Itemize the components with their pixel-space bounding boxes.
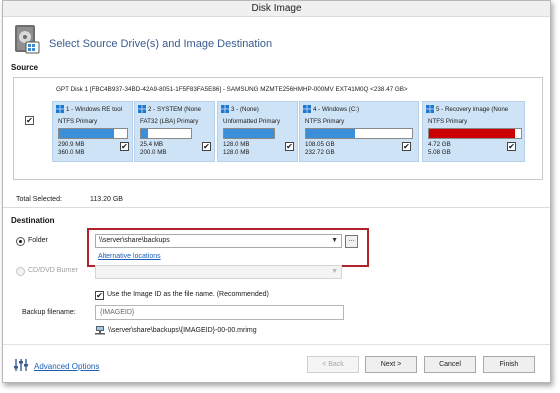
partition-3-checkbox[interactable]: ✔	[285, 142, 294, 151]
cd-dvd-label: CD/DVD Burner	[28, 267, 78, 274]
partition-3[interactable]: 3 - (None) Unformatted Primary 128.0 MB …	[217, 101, 298, 162]
partition-1-fs: NTFS Primary	[58, 118, 98, 125]
partition-5[interactable]: 5 - Recovery image (None NTFS Primary 4.…	[422, 101, 525, 162]
cd-dvd-radio[interactable]	[16, 267, 25, 276]
disk-panel: ✔ GPT Disk 1 [FBC4B937-34BD-42A9-8051-1F…	[13, 77, 543, 180]
partition-3-total: 128.0 MB	[223, 149, 250, 156]
total-selected-label: Total Selected:	[16, 196, 62, 203]
folder-radio[interactable]	[16, 237, 25, 246]
partition-2-total: 200.0 MB	[140, 149, 167, 156]
disk-image-icon	[15, 25, 40, 54]
backup-path-preview: \\server\share\backups\{IMAGEID}-00-00.m…	[108, 327, 257, 334]
destination-label: Destination	[11, 216, 55, 225]
page-title: Select Source Drive(s) and Image Destina…	[49, 38, 273, 50]
next-button[interactable]: Next >	[365, 356, 417, 373]
windows-icon	[426, 105, 434, 114]
windows-icon	[56, 105, 64, 114]
disk-image-window: Disk Image Select Source Drive(s) and Im…	[2, 0, 551, 383]
partition-3-name: 3 - (None)	[221, 105, 297, 115]
disk-checkbox[interactable]: ✔	[25, 116, 34, 125]
partition-1-total: 360.0 MB	[58, 149, 85, 156]
source-label: Source	[11, 63, 39, 72]
partition-2-fs: FAT32 (LBA) Primary	[140, 118, 199, 125]
alternative-locations-link[interactable]: Alternative locations	[98, 253, 161, 260]
partition-5-used: 4.72 GB	[428, 141, 451, 148]
section-divider	[3, 207, 550, 208]
partition-5-checkbox[interactable]: ✔	[507, 142, 516, 151]
partition-3-usage-bar	[223, 128, 275, 139]
partition-5-name: 5 - Recovery image (None	[426, 105, 524, 115]
windows-icon	[303, 105, 311, 114]
partition-4-fs: NTFS Primary	[305, 118, 345, 125]
partition-4-used: 108.05 GB	[305, 141, 335, 148]
cancel-button[interactable]: Cancel	[424, 356, 476, 373]
backup-filename-label: Backup filename:	[22, 309, 76, 316]
folder-path-combo[interactable]: \\server\share\backups ▼	[95, 234, 342, 248]
total-selected-value: 113.20 GB	[90, 196, 123, 203]
partition-1-name: 1 - Windows RE tool	[56, 105, 132, 115]
partition-4-checkbox[interactable]: ✔	[402, 142, 411, 151]
partition-2-checkbox[interactable]: ✔	[202, 142, 211, 151]
browse-button[interactable]: ...	[345, 235, 358, 248]
partition-5-usage-fill	[429, 129, 515, 138]
partition-4-usage-bar	[305, 128, 413, 139]
chevron-down-icon[interactable]: ▼	[331, 266, 338, 278]
partition-2-usage-bar	[140, 128, 192, 139]
header: Select Source Drive(s) and Image Destina…	[3, 18, 550, 62]
partition-4-total: 232.72 GB	[305, 149, 335, 156]
partition-4-usage-fill	[306, 129, 355, 138]
sliders-icon[interactable]	[13, 358, 29, 372]
use-image-id-label: Use the Image ID as the file name. (Reco…	[107, 291, 269, 298]
folder-radio-label: Folder	[28, 237, 48, 244]
partition-1[interactable]: 1 - Windows RE tool NTFS Primary 290.9 M…	[52, 101, 133, 162]
partition-4[interactable]: 4 - Windows (C:) NTFS Primary 108.05 GB …	[299, 101, 419, 162]
partition-1-checkbox[interactable]: ✔	[120, 142, 129, 151]
partition-4-name: 4 - Windows (C:)	[303, 105, 417, 115]
partition-1-used: 290.9 MB	[58, 141, 85, 148]
partition-3-usage-fill	[224, 129, 274, 138]
window-title: Disk Image	[3, 1, 550, 17]
back-button[interactable]: < Back	[307, 356, 359, 373]
partition-2[interactable]: 2 - SYSTEM (None FAT32 (LBA) Primary 25.…	[134, 101, 215, 162]
partition-5-usage-bar	[428, 128, 522, 139]
chevron-down-icon[interactable]: ▼	[331, 235, 338, 247]
footer-divider	[3, 344, 550, 345]
partition-2-name: 2 - SYSTEM (None	[138, 105, 214, 115]
partition-5-fs: NTFS Primary	[428, 118, 468, 125]
partition-2-used: 25.4 MB	[140, 141, 164, 148]
windows-icon	[221, 105, 229, 114]
folder-path-value: \\server\share\backups	[99, 237, 170, 244]
windows-icon	[138, 105, 146, 114]
disk-info: GPT Disk 1 [FBC4B937-34BD-42A9-8051-1F5F…	[56, 86, 408, 93]
partition-1-usage-fill	[59, 129, 115, 138]
advanced-options-link[interactable]: Advanced Options	[34, 362, 99, 371]
cd-dvd-combo[interactable]: ▼	[95, 265, 342, 279]
partition-5-total: 5.08 GB	[428, 149, 451, 156]
use-image-id-checkbox[interactable]: ✔	[95, 291, 104, 300]
partition-2-usage-fill	[141, 129, 148, 138]
partition-1-usage-bar	[58, 128, 128, 139]
partition-3-used: 128.0 MB	[223, 141, 250, 148]
network-share-icon	[95, 326, 105, 335]
backup-filename-input[interactable]: {IMAGEID}	[95, 305, 344, 320]
partition-3-fs: Unformatted Primary	[223, 118, 281, 125]
finish-button[interactable]: Finish	[483, 356, 535, 373]
